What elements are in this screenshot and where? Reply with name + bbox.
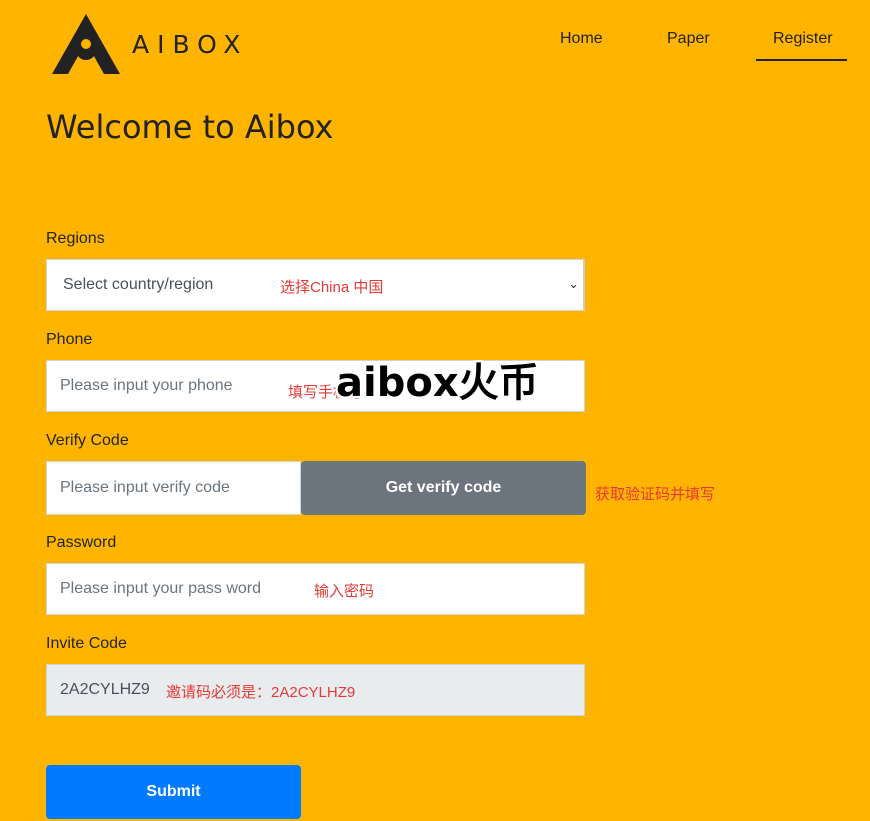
chevron-down-icon: ⌄ [568,276,579,291]
verify-code-label: Verify Code [46,432,129,449]
password-hint: 输入密码 [314,583,375,600]
phone-placeholder: Please input your phone [60,377,233,394]
get-verify-code-button[interactable]: Get verify code [301,461,586,515]
aibox-logo-icon [52,14,120,74]
verify-code-input[interactable]: Please input verify code [46,461,301,515]
nav-home-link[interactable]: Home [560,30,603,48]
submit-button[interactable]: Submit [46,765,301,819]
nav-register-link[interactable]: Register [773,30,833,48]
brand-name: AIBOX [132,29,249,59]
verify-code-placeholder: Please input verify code [60,479,230,496]
invite-code-label: Invite Code [46,635,127,652]
invite-code-hint: 邀请码必须是：2A2CYLHZ9 [166,684,356,701]
region-select-value: Select country/region [63,276,214,293]
phone-label: Phone [46,331,93,348]
regions-hint: 选择China 中国 [280,279,384,296]
nav-paper-link[interactable]: Paper [667,30,710,48]
watermark-overlay: aibox火币 [336,360,539,406]
regions-label: Regions [46,230,105,247]
brand-logo[interactable]: AIBOX [52,14,248,74]
page-title: Welcome to Aibox [46,108,334,146]
invite-code-value: 2A2CYLHZ9 [60,681,150,698]
password-placeholder: Please input your pass word [60,580,261,597]
verify-code-hint: 获取验证码并填写 [595,486,716,503]
active-nav-underline [756,59,847,61]
password-label: Password [46,534,117,551]
